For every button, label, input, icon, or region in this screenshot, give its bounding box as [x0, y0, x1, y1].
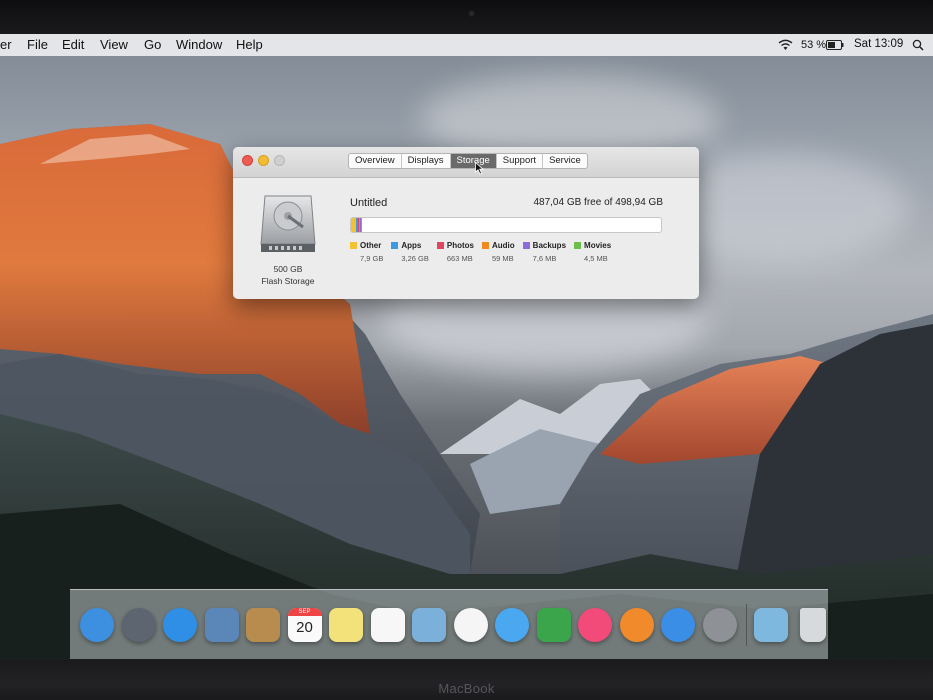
storage-usage-bar[interactable]: [350, 217, 662, 233]
about-this-mac-window: Overview Displays Storage Support Servic…: [233, 147, 699, 299]
safari-icon[interactable]: [163, 608, 197, 642]
laptop-photo: er File Edit View Go Window Help 53 % Sa…: [0, 0, 933, 700]
legend-size: 7,6 MB: [532, 254, 557, 263]
mail-icon[interactable]: [204, 608, 239, 642]
legend-size: 663 MB: [446, 254, 473, 263]
legend-size: 4,5 MB: [584, 254, 608, 263]
legend-item-movies: Movies 4,5 MB: [574, 241, 611, 263]
storage-legend: Other 7,9 GB Apps 3,26 GB Photos 663 MB Audio 5…: [350, 241, 611, 263]
legend-item-apps: Apps 3,26 GB: [391, 241, 429, 263]
legend-size: 7,9 GB: [360, 254, 384, 263]
dock: SEP 20: [70, 589, 828, 659]
facetime-icon[interactable]: [536, 608, 571, 642]
system-preferences-icon[interactable]: [702, 608, 737, 642]
desktop: er File Edit View Go Window Help 53 % Sa…: [0, 34, 933, 662]
calendar-month: SEP: [287, 608, 322, 616]
tab-storage[interactable]: Storage: [450, 154, 497, 168]
launchpad-icon[interactable]: [121, 608, 156, 642]
legend-swatch: [436, 242, 444, 249]
legend-size: 3,26 GB: [401, 254, 429, 263]
spotlight-search-icon[interactable]: [912, 39, 924, 51]
wallpaper-mountains: [0, 124, 933, 662]
legend-item-audio: Audio 59 MB: [482, 241, 515, 263]
tab-displays[interactable]: Displays: [402, 154, 451, 168]
legend-item-other: Other 7,9 GB: [350, 241, 383, 263]
volume-name: Untitled: [350, 197, 388, 209]
legend-swatch: [350, 242, 357, 249]
camera-icon: [468, 10, 475, 17]
finder-icon[interactable]: [80, 608, 114, 642]
contacts-icon[interactable]: [246, 608, 280, 642]
macbook-label: MacBook: [438, 681, 495, 696]
itunes-icon[interactable]: [578, 608, 612, 642]
photos-icon[interactable]: [453, 608, 488, 642]
disk-capacity: 500 GB: [273, 264, 303, 274]
hard-drive-icon: [260, 195, 316, 252]
dock-separator: [746, 604, 747, 646]
menu-file[interactable]: File: [27, 37, 48, 52]
tab-bar: Overview Displays Storage Support Servic…: [348, 153, 588, 169]
legend-label: Movies: [584, 241, 612, 250]
legend-item-photos: Photos 663 MB: [436, 241, 474, 263]
close-icon[interactable]: [242, 155, 253, 166]
menu-go[interactable]: Go: [144, 37, 161, 52]
ibooks-icon[interactable]: [619, 608, 654, 642]
messages-icon[interactable]: [495, 608, 529, 642]
tab-service[interactable]: Service: [543, 154, 587, 168]
storage-segment-movies: [360, 218, 362, 232]
legend-label: Audio: [492, 241, 515, 250]
legend-swatch: [574, 242, 582, 249]
notes-icon[interactable]: [329, 608, 363, 642]
menu-help[interactable]: Help: [236, 37, 263, 52]
tab-support[interactable]: Support: [497, 154, 544, 168]
minimize-icon[interactable]: [258, 155, 269, 166]
legend-item-backups: Backups 7,6 MB: [522, 241, 567, 263]
legend-label: Other: [360, 241, 382, 250]
calendar-icon[interactable]: SEP 20: [287, 608, 322, 642]
disk-type: Flash Storage: [261, 276, 315, 286]
legend-label: Apps: [401, 241, 422, 250]
wifi-icon[interactable]: [778, 39, 793, 51]
menu-clock[interactable]: Sat 13:09: [854, 38, 903, 50]
legend-swatch: [391, 242, 399, 249]
disk-caption: 500 GB Flash Storage: [253, 263, 323, 287]
trash-icon[interactable]: [799, 608, 826, 642]
menu-app-name[interactable]: er: [0, 37, 12, 52]
window-titlebar[interactable]: Overview Displays Storage Support Servic…: [233, 147, 699, 178]
battery-percent[interactable]: 53 %: [801, 39, 826, 51]
legend-swatch: [522, 242, 530, 249]
legend-label: Photos: [446, 241, 474, 250]
mouse-pointer-icon: [475, 162, 484, 175]
menu-window[interactable]: Window: [176, 37, 222, 52]
menu-view[interactable]: View: [100, 37, 128, 52]
screen-bezel-top: [0, 0, 933, 36]
photo-booth-icon[interactable]: [412, 608, 446, 642]
free-space-text: 487,04 GB free of 498,94 GB: [533, 197, 663, 208]
legend-swatch: [482, 242, 489, 249]
calendar-day: 20: [296, 619, 313, 636]
app-store-icon[interactable]: [661, 608, 695, 642]
battery-icon[interactable]: [826, 40, 844, 50]
legend-label: Backups: [532, 241, 567, 250]
zoom-disabled-icon: [274, 155, 285, 166]
menu-bar: er File Edit View Go Window Help 53 % Sa…: [0, 34, 933, 56]
menu-edit[interactable]: Edit: [62, 37, 84, 52]
tab-overview[interactable]: Overview: [349, 154, 402, 168]
downloads-folder-icon[interactable]: [754, 608, 788, 642]
reminders-icon[interactable]: [370, 608, 405, 642]
legend-size: 59 MB: [492, 254, 514, 263]
